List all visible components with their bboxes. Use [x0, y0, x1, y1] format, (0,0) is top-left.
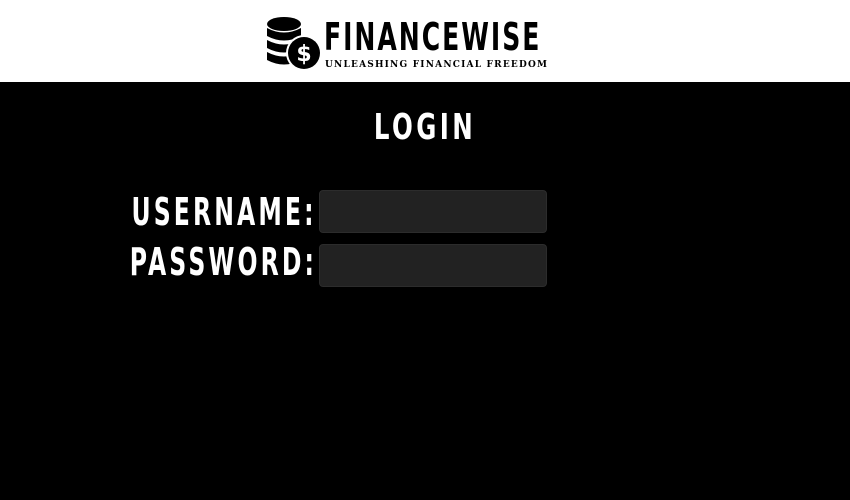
login-section: LOGIN USERNAME: PASSWORD: [0, 82, 850, 500]
coin-stack-dollar-icon: $ [267, 17, 322, 71]
site-header: $ FINANCEWISE UNLEASHING FINANCIAL FREED… [0, 0, 850, 82]
password-input[interactable] [319, 244, 547, 287]
brand-tagline: UNLEASHING FINANCIAL FREEDOM [325, 60, 549, 70]
username-label: USERNAME: [131, 190, 317, 234]
login-title: LOGIN [373, 107, 477, 148]
brand-name: FINANCEWISE [324, 15, 542, 59]
svg-text:$: $ [296, 42, 311, 67]
username-input[interactable] [319, 190, 547, 233]
logo[interactable]: $ FINANCEWISE UNLEASHING FINANCIAL FREED… [266, 15, 566, 72]
password-label: PASSWORD: [129, 240, 317, 284]
